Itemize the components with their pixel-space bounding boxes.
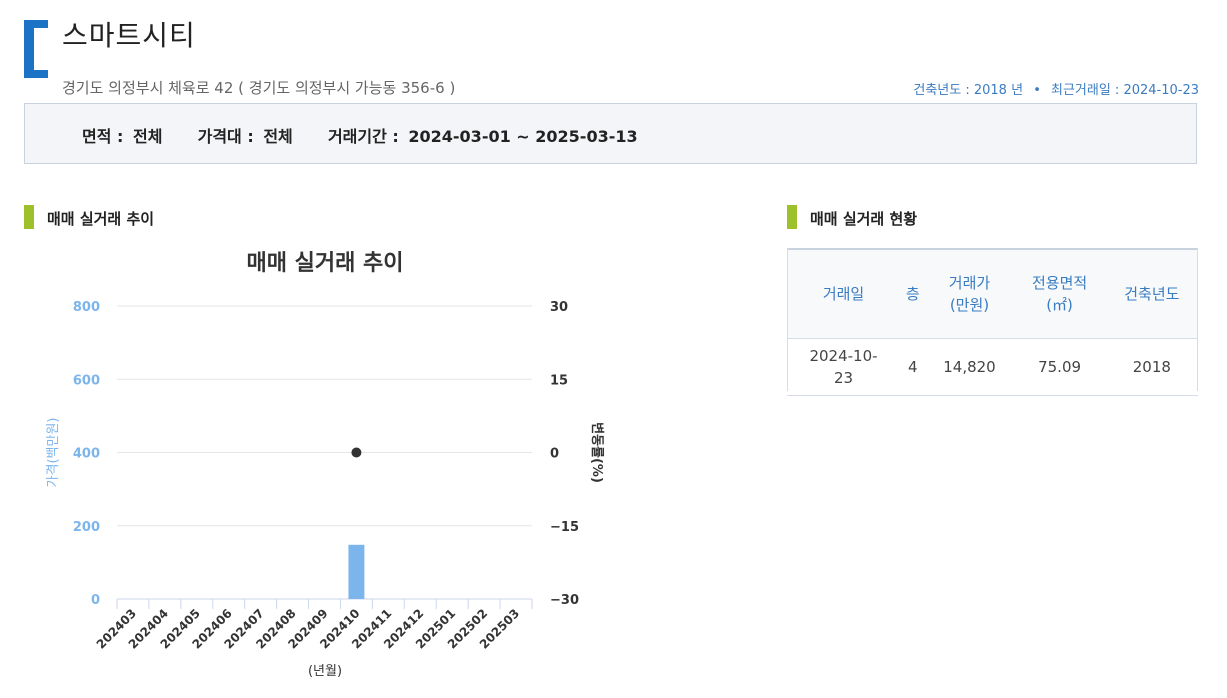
y-tick-label: 200 [73, 520, 100, 535]
table-header-cell: 전용면적 (㎡) [1013, 248, 1106, 339]
page-title: 스마트시티 [62, 19, 196, 52]
status-section-header: 매매 실거래 현황 [787, 205, 987, 229]
table-header-cell: 거래가 (만원) [925, 248, 1014, 339]
table-header-cell: 거래일 [787, 248, 901, 339]
table-cell: 75.09 [1013, 338, 1106, 396]
table-row[interactable]: 2024-10- 23 4 14,820 75.09 2018 [787, 338, 1198, 396]
change-rate-point [351, 447, 362, 458]
trade-table: 거래일 층 거래가 (만원) 전용면적 (㎡) 건축년도 2024-10- 23 4 14,… [787, 248, 1198, 396]
y2-tick-label: 0 [550, 447, 559, 462]
built-year: 건축년도 : 2018 년 [913, 83, 1024, 98]
table-cell: 4 [900, 338, 926, 396]
chart-title: 매매 실거래 추이 [247, 251, 404, 276]
period-filter-value[interactable]: 2024-03-01 ~ 2025-03-13 [408, 127, 637, 146]
table-cell: 2024-10- 23 [787, 338, 901, 396]
x-axis-label: (년월) [308, 664, 342, 679]
table-body: 2024-10- 23 4 14,820 75.09 2018 [787, 338, 1198, 396]
filter-bar: 면적 : 전체 가격대 : 전체 거래기간 : 2024-03-01 ~ 202… [24, 103, 1197, 164]
y2-tick-label: 30 [550, 300, 568, 315]
y-tick-label: 0 [91, 593, 100, 608]
y2-tick-label: 15 [550, 373, 568, 388]
y-tick-label: 600 [73, 373, 100, 388]
price-filter-label: 가격대 : [197, 127, 254, 146]
table-header-row: 거래일 층 거래가 (만원) 전용면적 (㎡) 건축년도 [787, 248, 1198, 339]
area-filter-label: 면적 : [82, 127, 124, 146]
trade-table-wrap: 거래일 층 거래가 (만원) 전용면적 (㎡) 건축년도 2024-10- 23 4 14,… [787, 248, 1198, 396]
y2-tick-label: −30 [550, 593, 579, 608]
y-tick-label: 400 [73, 447, 100, 462]
y2-tick-label: −15 [550, 520, 579, 535]
trend-section-title: 매매 실거래 추이 [47, 210, 155, 228]
meta-separator: • [1033, 83, 1041, 98]
table-header-cell: 층 [900, 248, 926, 339]
table-header-cell: 건축년도 [1105, 248, 1198, 339]
y-axis-label: 가격(백만원) [46, 418, 61, 488]
trend-section-header: 매매 실거래 추이 [24, 205, 224, 229]
price-trend-chart: 매매 실거래 추이0200400600800−30−15015302024032… [46, 251, 604, 679]
period-filter-label: 거래기간 : [327, 127, 399, 146]
status-section-title: 매매 실거래 현황 [810, 210, 918, 228]
y2-axis-label: 변동률(%) [589, 422, 604, 483]
section-marker-icon [24, 205, 34, 229]
table-cell: 2018 [1105, 338, 1198, 396]
price-bar [348, 544, 365, 599]
title-bracket-icon [24, 20, 48, 78]
price-filter-value[interactable]: 전체 [263, 127, 292, 146]
section-marker-icon [787, 205, 797, 229]
recent-trade-date: 최근거래일 : 2024-10-23 [1051, 83, 1199, 98]
building-meta: 건축년도 : 2018 년 • 최근거래일 : 2024-10-23 [913, 79, 1199, 98]
y-tick-label: 800 [73, 300, 100, 315]
area-filter-value[interactable]: 전체 [133, 127, 162, 146]
address: 경기도 의정부시 체육로 42 ( 경기도 의정부시 가능동 356-6 ) [62, 79, 456, 97]
table-cell: 14,820 [925, 338, 1014, 396]
